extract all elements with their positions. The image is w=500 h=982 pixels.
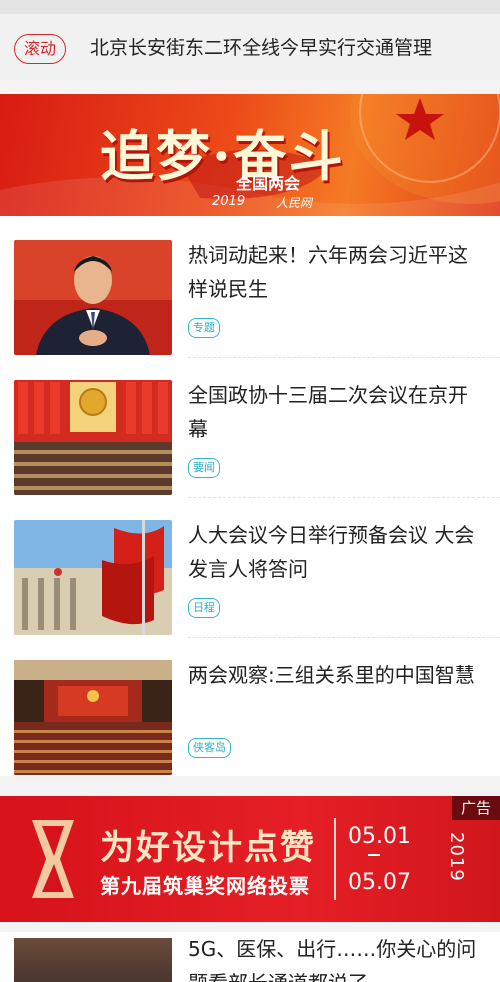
- news-thumbnail: [14, 240, 172, 355]
- news-tag[interactable]: 要闻: [188, 458, 220, 478]
- ad-year: 2019: [446, 832, 467, 882]
- banner-title: 追梦·奋斗: [100, 124, 345, 188]
- two-sessions-banner[interactable]: 追梦·奋斗 全国两会 2019 人民网: [0, 94, 500, 216]
- news-title[interactable]: 人大会议今日举行预备会议 大会发言人将答问: [188, 518, 484, 586]
- ad-date-separator: [368, 854, 380, 856]
- list-item[interactable]: 全国政协十三届二次会议在京开幕 要闻: [0, 356, 500, 498]
- news-ticker[interactable]: 滚动 北京长安街东二环全线今早实行交通管理: [0, 0, 500, 80]
- news-tag[interactable]: 日程: [188, 598, 220, 618]
- list-item[interactable]: 热词动起来！六年两会习近平这样说民生 专题: [0, 216, 500, 358]
- ad-divider: [334, 818, 336, 900]
- ad-date-end: 05.07: [348, 870, 411, 895]
- ticker-headline[interactable]: 北京长安街东二环全线今早实行交通管理: [90, 33, 494, 63]
- banner-year: 2019: [212, 194, 246, 209]
- news-title[interactable]: 5G、医保、出行……你关心的问题看部长通道都说了: [188, 932, 484, 982]
- conference-hall-photo: [14, 380, 172, 495]
- news-thumbnail: [14, 660, 172, 775]
- ad-date-start: 05.01: [348, 824, 411, 849]
- great-hall-photo: [14, 520, 172, 635]
- ad-label: 广告: [452, 796, 500, 820]
- news-title[interactable]: 两会观察:三组关系里的中国智慧: [188, 658, 484, 692]
- news-thumbnail: [14, 520, 172, 635]
- list-item[interactable]: 5G、医保、出行……你关心的问题看部长通道都说了: [0, 932, 500, 982]
- news-thumbnail: [14, 380, 172, 495]
- news-title[interactable]: 全国政协十三届二次会议在京开幕: [188, 378, 484, 446]
- award-logo-icon: [32, 820, 74, 898]
- ad-subline: 第九届筑巢奖网络投票: [100, 874, 310, 898]
- ad-headline: 为好设计点赞: [100, 828, 316, 868]
- list-item[interactable]: 两会观察:三组关系里的中国智慧 侠客岛: [0, 636, 500, 776]
- people-daily-logo: 人民网: [276, 196, 313, 210]
- banner-tag: 全国两会: [236, 174, 301, 193]
- news-thumbnail: [14, 938, 172, 982]
- assembly-hall-photo: [14, 660, 172, 775]
- ad-banner[interactable]: 为好设计点赞 第九届筑巢奖网络投票 05.01 05.07 2019 广告: [0, 796, 500, 922]
- leader-photo: [14, 240, 172, 355]
- news-title[interactable]: 热词动起来！六年两会习近平这样说民生: [188, 238, 484, 306]
- ticker-badge: 滚动: [14, 34, 67, 64]
- news-tag[interactable]: 侠客岛: [188, 738, 231, 758]
- news-list: 热词动起来！六年两会习近平这样说民生 专题 全国政协十三届二次会议在京开幕 要闻…: [0, 216, 500, 776]
- list-item[interactable]: 人大会议今日举行预备会议 大会发言人将答问 日程: [0, 496, 500, 638]
- news-tag[interactable]: 专题: [188, 318, 220, 338]
